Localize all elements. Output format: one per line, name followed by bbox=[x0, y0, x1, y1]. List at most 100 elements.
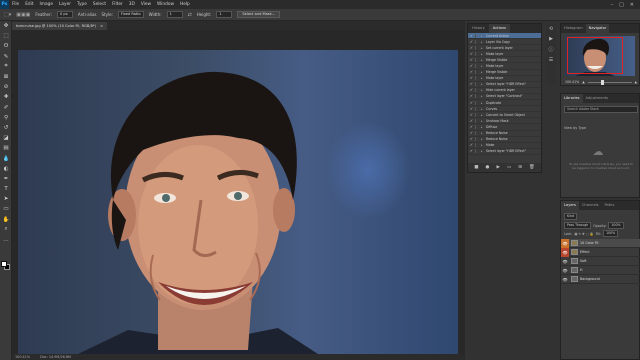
action-toggle-checkbox[interactable]: ✓ bbox=[468, 40, 475, 44]
maximize-button[interactable]: □ bbox=[619, 2, 624, 8]
visibility-eye-icon[interactable]: 👁 bbox=[561, 266, 569, 275]
layer-name[interactable]: 10 Color Fil bbox=[580, 241, 598, 245]
pen-icon[interactable]: ✒ bbox=[0, 174, 12, 184]
action-toggle-checkbox[interactable]: ✓ bbox=[468, 94, 475, 98]
brush-icon[interactable]: ✐ bbox=[0, 103, 12, 113]
navigator-zoom-slider[interactable] bbox=[587, 79, 632, 85]
menu-layer[interactable]: Layer bbox=[56, 2, 74, 7]
portrait-photo[interactable] bbox=[18, 50, 458, 354]
rectangle-icon[interactable]: ▭ bbox=[0, 204, 12, 214]
visibility-eye-icon[interactable]: 👁 bbox=[561, 247, 569, 257]
navigator-view-box[interactable] bbox=[567, 37, 623, 74]
layer-name[interactable]: Background bbox=[580, 277, 600, 281]
action-toggle-checkbox[interactable]: ✓ bbox=[468, 119, 475, 123]
action-toggle-checkbox[interactable]: ✓ bbox=[468, 64, 475, 68]
marquee-tool-preset-icon[interactable]: ⬚▾ bbox=[4, 12, 11, 18]
document-tab[interactable]: tomcruise.jpg @ 100% (10 Color Fil, RGB/… bbox=[12, 22, 108, 30]
layer-kind-filter[interactable]: Kind bbox=[564, 213, 578, 220]
zoom-level[interactable]: 100.41% bbox=[15, 355, 30, 359]
zoom-in-icon[interactable]: ▲ bbox=[635, 80, 637, 84]
menu-type[interactable]: Type bbox=[74, 2, 90, 7]
layer-name[interactable]: Effect bbox=[580, 250, 590, 254]
history-panel-icon[interactable]: ⟲ bbox=[549, 26, 553, 32]
height-input[interactable]: 1 bbox=[216, 11, 233, 18]
action-toggle-checkbox[interactable]: ✓ bbox=[468, 34, 475, 38]
action-row[interactable]: ✓ ▸ Select layer "HDR Effect" bbox=[468, 149, 541, 155]
swap-dimensions-icon[interactable]: ⇄ bbox=[188, 12, 192, 18]
close-document-icon[interactable]: × bbox=[100, 22, 103, 30]
play-icon[interactable]: ▶ bbox=[496, 165, 499, 170]
move-icon[interactable]: ✥ bbox=[0, 21, 12, 31]
action-toggle-checkbox[interactable]: ✓ bbox=[468, 52, 475, 56]
tab-layers[interactable]: Layers bbox=[561, 201, 579, 210]
lock-icons[interactable]: ▦ ✎ ✥ ⬚ 🔒 bbox=[574, 232, 593, 236]
actions-panel-icon[interactable]: ▶ bbox=[549, 36, 553, 42]
action-toggle-checkbox[interactable]: ✓ bbox=[468, 76, 475, 80]
fill-input[interactable]: 100% bbox=[603, 230, 619, 237]
new-set-icon[interactable]: ▭ bbox=[507, 165, 511, 170]
info-panel-icon[interactable]: ⓘ bbox=[548, 46, 553, 53]
menu-3d[interactable]: 3D bbox=[126, 2, 138, 7]
eyedropper-icon[interactable]: ⊘ bbox=[0, 82, 12, 92]
visibility-eye-icon[interactable]: 👁 bbox=[561, 275, 569, 284]
spot-heal-icon[interactable]: ✚ bbox=[0, 92, 12, 102]
type-icon[interactable]: T bbox=[0, 184, 12, 194]
crop-icon[interactable]: ⌗ bbox=[0, 62, 12, 72]
menu-help[interactable]: Help bbox=[177, 2, 193, 7]
lasso-icon[interactable]: ʘ bbox=[0, 41, 12, 51]
tab-paths[interactable]: Paths bbox=[602, 201, 618, 210]
layer-row[interactable]: 👁 Background bbox=[561, 275, 640, 284]
layer-row[interactable]: 👁 H bbox=[561, 266, 640, 275]
action-toggle-checkbox[interactable]: ✓ bbox=[468, 113, 475, 117]
antialias-checkbox[interactable]: Anti-alias bbox=[78, 12, 97, 17]
history-brush-icon[interactable]: ↺ bbox=[0, 123, 12, 133]
library-search-input[interactable]: Search Adobe Stock bbox=[564, 106, 638, 113]
tab-histogram[interactable]: Histogram bbox=[561, 24, 586, 33]
action-toggle-checkbox[interactable]: ✓ bbox=[468, 131, 475, 135]
zoom-out-icon[interactable]: ▲ bbox=[582, 80, 584, 84]
action-toggle-checkbox[interactable]: ✓ bbox=[468, 149, 475, 153]
tab-adjustments[interactable]: Adjustments bbox=[583, 94, 612, 103]
feather-input[interactable]: 0 px bbox=[56, 11, 73, 18]
layer-row[interactable]: 👁 10 Color Fil bbox=[561, 238, 640, 248]
menu-window[interactable]: Window bbox=[154, 2, 177, 7]
gradient-icon[interactable]: ▤ bbox=[0, 143, 12, 153]
layer-name[interactable]: H bbox=[580, 268, 582, 272]
action-toggle-checkbox[interactable]: ✓ bbox=[468, 101, 475, 105]
document-size[interactable]: Doc: 14.9M/26.8M bbox=[40, 355, 71, 359]
record-icon[interactable]: ● bbox=[486, 165, 490, 170]
visibility-eye-icon[interactable]: 👁 bbox=[561, 257, 569, 266]
width-input[interactable]: 1 bbox=[166, 11, 183, 18]
dodge-icon[interactable]: ◐ bbox=[0, 164, 12, 174]
foreground-color-swatch[interactable] bbox=[1, 261, 7, 267]
action-toggle-checkbox[interactable]: ✓ bbox=[468, 88, 475, 92]
tab-actions[interactable]: Actions bbox=[488, 24, 510, 33]
tab-history[interactable]: History bbox=[468, 24, 489, 33]
blend-mode-select[interactable]: Pass Through bbox=[564, 222, 592, 229]
menu-image[interactable]: Image bbox=[37, 2, 56, 7]
canvas-area[interactable] bbox=[12, 30, 465, 354]
frame-icon[interactable]: ⊠ bbox=[0, 72, 12, 82]
action-toggle-checkbox[interactable]: ✓ bbox=[468, 107, 475, 111]
quick-select-icon[interactable]: ✎ bbox=[0, 52, 12, 62]
menu-select[interactable]: Select bbox=[90, 2, 109, 7]
action-toggle-checkbox[interactable]: ✓ bbox=[468, 125, 475, 129]
action-toggle-checkbox[interactable]: ✓ bbox=[468, 143, 475, 147]
menu-file[interactable]: File bbox=[9, 2, 22, 7]
layer-name[interactable]: Soft bbox=[580, 259, 587, 263]
selection-mode-icon[interactable]: ▣▣▣ bbox=[16, 12, 30, 18]
view-by-type[interactable]: View by Type bbox=[564, 126, 586, 130]
layer-row[interactable]: 👁 Soft bbox=[561, 257, 640, 266]
marquee-icon[interactable]: ⬚ bbox=[0, 31, 12, 41]
layer-row[interactable]: 👁 Effect bbox=[561, 247, 640, 257]
action-toggle-checkbox[interactable]: ✓ bbox=[468, 82, 475, 86]
menu-view[interactable]: View bbox=[138, 2, 154, 7]
close-window-button[interactable]: ✕ bbox=[630, 2, 634, 8]
hand-icon[interactable]: ✋ bbox=[0, 215, 12, 225]
menu-edit[interactable]: Edit bbox=[22, 2, 36, 7]
action-toggle-checkbox[interactable]: ✓ bbox=[468, 46, 475, 50]
new-action-icon[interactable]: ⊞ bbox=[518, 165, 522, 170]
stop-recording-icon[interactable]: ■ bbox=[474, 165, 478, 170]
action-toggle-checkbox[interactable]: ✓ bbox=[468, 58, 475, 62]
navigator-thumbnail[interactable] bbox=[565, 36, 635, 76]
